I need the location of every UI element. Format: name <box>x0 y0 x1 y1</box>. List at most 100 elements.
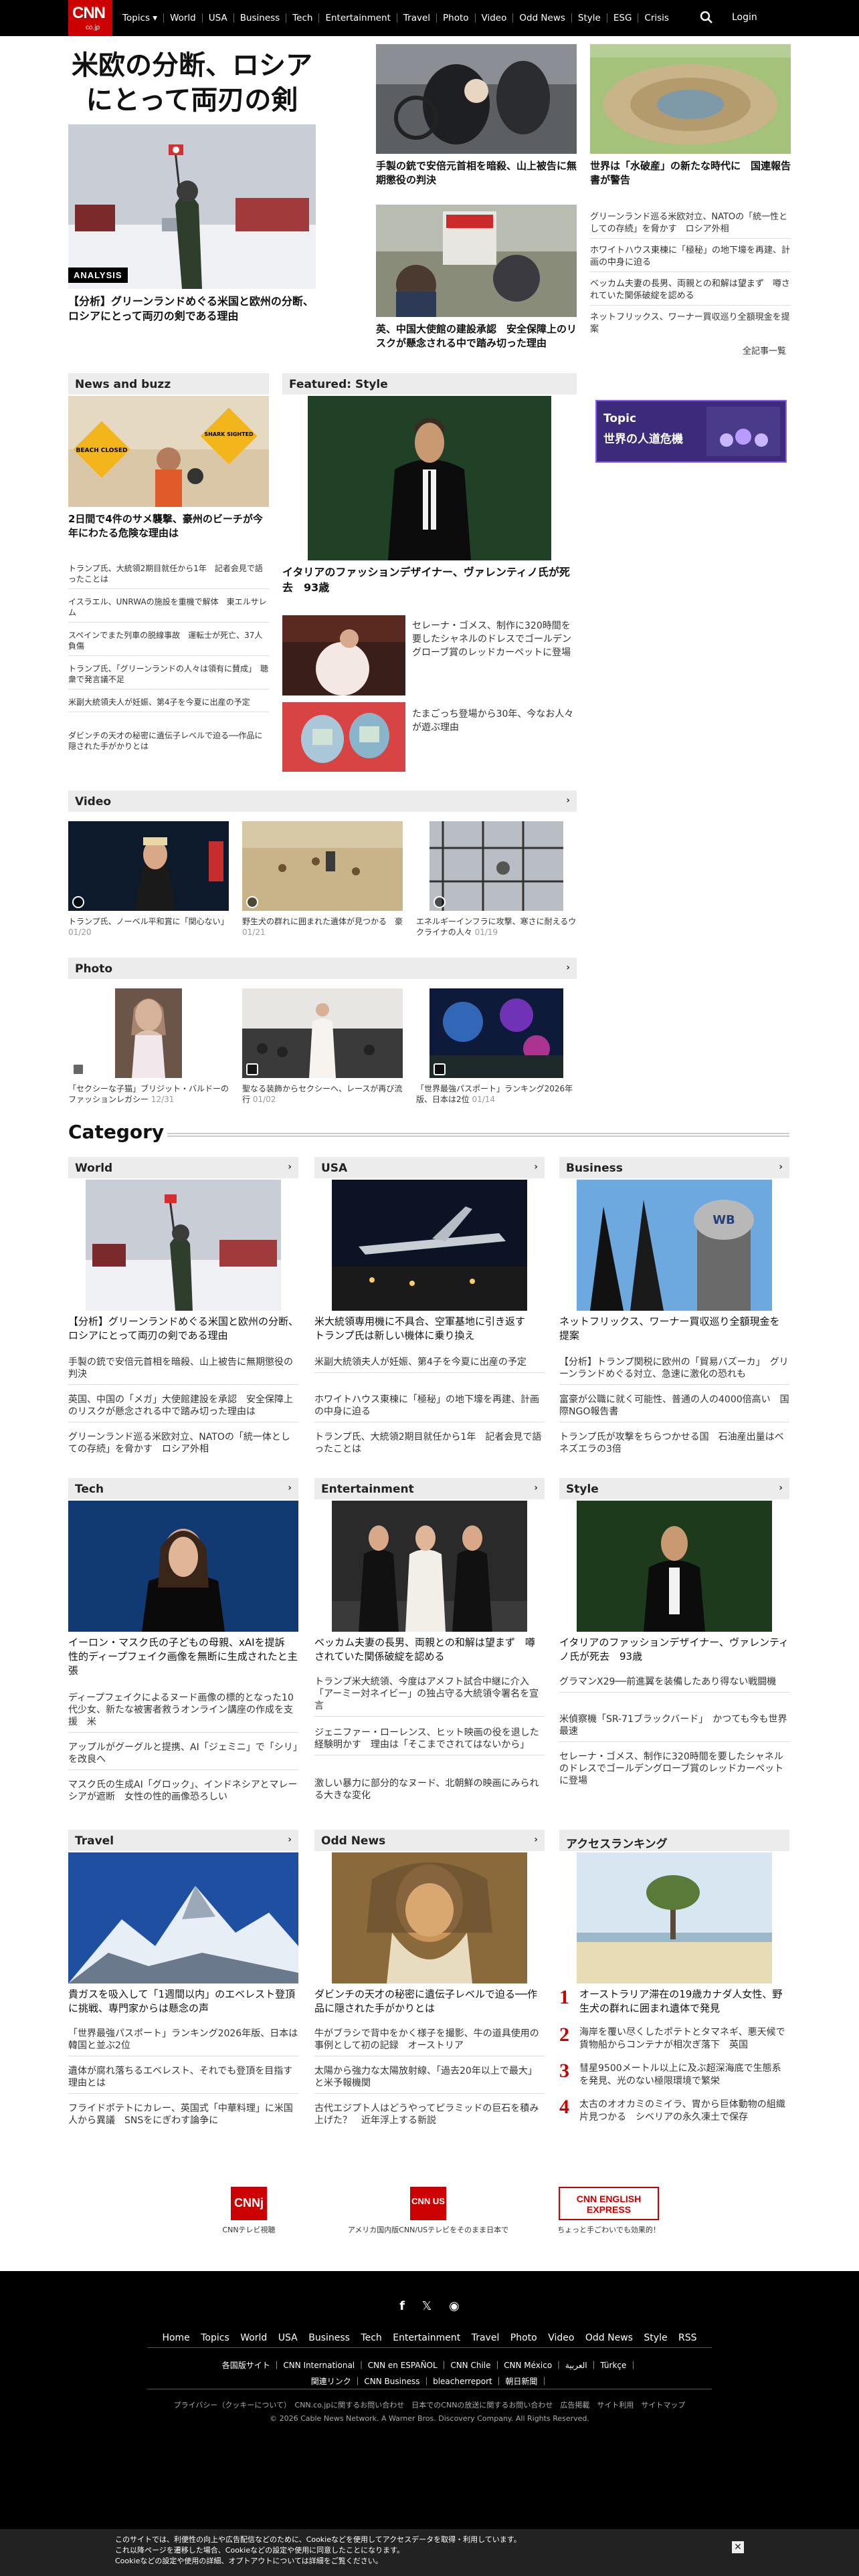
style-link-2[interactable]: 米偵察機「SR-71ブラックバード」 かつても今も世界最速 <box>559 1713 789 1742</box>
footer-nav-tech[interactable]: Tech <box>361 2333 381 2343</box>
featured-item-image-2[interactable] <box>282 702 405 772</box>
cookie-line3[interactable]: Cookieなどの設定や使用の詳細、オプトアウトについては詳細をご覧ください。 <box>115 2556 717 2567</box>
search-icon[interactable] <box>700 11 713 24</box>
odd-news-header[interactable]: Odd News › <box>314 1830 545 1851</box>
business-link-2[interactable]: 富豪が公職に就く可能性、普通の人の4000倍高い 国際NGO報告書 <box>559 1394 789 1422</box>
nav-esg[interactable]: ESG <box>606 13 638 23</box>
chevron-right-icon[interactable]: › <box>566 795 570 806</box>
chevron-right-icon[interactable]: › <box>534 1162 538 1172</box>
usa-link-3[interactable]: トランプ氏、大統領2期目就任から1年 記者会見で語ったことは <box>314 1431 545 1459</box>
news-buzz-link-4[interactable]: トランプ氏、「グリーンランドの人々は領有に賛成」 聴衆で発言議不足 <box>68 663 269 689</box>
chevron-right-icon[interactable]: › <box>534 1834 538 1845</box>
footer-nav-style[interactable]: Style <box>644 2333 667 2343</box>
video-thumb-2[interactable] <box>242 821 403 911</box>
nav-crisis[interactable]: Crisis <box>638 13 675 23</box>
style-image[interactable] <box>577 1501 772 1632</box>
video-play-icon[interactable] <box>246 896 258 908</box>
nav-odd-news[interactable]: Odd News <box>512 13 571 23</box>
footer-nav-photo[interactable]: Photo <box>510 2333 537 2343</box>
news-buzz-link-1[interactable]: トランプ氏、大統領2期目就任から1年 記者会見で語ったことは <box>68 563 269 589</box>
business-image[interactable]: WB <box>577 1180 772 1311</box>
world-image[interactable] <box>86 1180 281 1311</box>
right-link-2[interactable]: ホワイトハウス東棟に「極秘」の地下壕を再建、計画の中身に迫る <box>590 245 791 269</box>
chevron-right-icon[interactable]: › <box>534 1483 538 1493</box>
featured-image[interactable] <box>308 396 551 560</box>
news-buzz-link-3[interactable]: スペインでまた列車の脱線事故 運転士が死亡、37人負傷 <box>68 630 269 656</box>
x-twitter-icon[interactable]: 𝕏 <box>422 2299 432 2313</box>
travel-link-2[interactable]: 遺体が腐れ落ちるエベレスト、それでも登頂を目指す理由とは <box>68 2065 298 2094</box>
business-link-1[interactable]: 【分析】トランプ関税に欧州の「貿易バズーカ」 グリーンランドめぐる対立、急速に激… <box>559 1356 789 1385</box>
featured-item-image-1[interactable] <box>282 615 405 695</box>
story-image-china-embassy[interactable] <box>376 205 577 317</box>
travel-headline[interactable]: 貴ガスを吸入して「1週間以内」のエベレスト登頂に挑戦、専門家からは懸念の声 <box>68 1988 298 2016</box>
story-image-abe[interactable] <box>376 44 577 154</box>
cnn-logo[interactable]: CNN co.jp <box>68 0 112 36</box>
footer-nav-business[interactable]: Business <box>308 2333 350 2343</box>
odd-news-headline[interactable]: ダビンチの天才の秘密に遺伝子レベルで迫る──作品に隠された手がかりとは <box>314 1988 545 2016</box>
story-image-water[interactable] <box>590 44 791 154</box>
world-header[interactable]: World › <box>68 1157 298 1178</box>
video-header[interactable]: Video › <box>68 790 577 812</box>
business-header[interactable]: Business › <box>559 1157 789 1178</box>
footer-nav-entertainment[interactable]: Entertainment <box>393 2333 460 2343</box>
video-thumb-1[interactable] <box>68 821 229 911</box>
news-buzz-link-5[interactable]: 米副大統領夫人が妊娠、第4子を今夏に出産の予定 <box>68 697 269 712</box>
tech-link-3[interactable]: マスク氏の生成AI「グロック」、インドネシアとマレーシアが遮断 女性の性的画像恐… <box>68 1779 298 1807</box>
ranking-item-2[interactable]: 海岸を覆い尽くしたポテトとタマネギ、悪天候で貨物船からコンテナが相次ぎ落下 英国 <box>579 2026 789 2052</box>
all-headlines-link[interactable]: 全記事一覧 <box>743 344 786 356</box>
hero-image[interactable] <box>68 124 316 289</box>
chevron-right-icon[interactable]: › <box>566 962 570 973</box>
footer-nav-video[interactable]: Video <box>548 2333 574 2343</box>
nav-usa[interactable]: USA <box>201 13 233 23</box>
ranking-item-3[interactable]: 彗星9500メートル以上に及ぶ超深海底で生態系を発見、光のない極限環境で繁栄 <box>579 2062 789 2088</box>
footer-nav-travel[interactable]: Travel <box>472 2333 500 2343</box>
nav-entertainment[interactable]: Entertainment <box>318 13 396 23</box>
photo-caption-2[interactable]: 聖なる装飾からセクシーへ、レースが再び流行 01/02 <box>242 1083 403 1105</box>
footer-nav-topics[interactable]: Topics <box>201 2333 229 2343</box>
photo-caption-1[interactable]: 「セクシーな子猫」ブリジット・バルドーのファッションレガシー 12/31 <box>68 1083 229 1105</box>
photo-header[interactable]: Photo › <box>68 958 577 979</box>
odd-news-link-1[interactable]: 牛がブラシで背中をかく様子を撮影、牛の道具使用の事例として初の記録 オーストリア <box>314 2028 545 2056</box>
close-icon[interactable]: ✕ <box>732 2541 744 2553</box>
story-headline-abe[interactable]: 手製の銃で安倍元首相を暗殺、山上被告に無期懲役の判決 <box>376 159 577 187</box>
partner-english-express[interactable]: CNN ENGLISH EXPRESS ちょっと手ごわいでも効果的！ <box>555 2187 662 2235</box>
right-link-3[interactable]: ベッカム夫妻の長男、両親との和解は望まず 噂されていた関係破綻を認める <box>590 278 791 302</box>
chevron-right-icon[interactable]: › <box>288 1483 292 1493</box>
footer-related[interactable]: 関連リンク ｜ CNN Business ｜ bleacherreport ｜ … <box>0 2375 859 2387</box>
video-play-icon[interactable] <box>434 896 446 908</box>
login-link[interactable]: Login <box>732 12 757 23</box>
odd-news-link-3[interactable]: 古代エジプト人はどうやってピラミッドの巨石を積み上げた？ 近年浮上する新説 <box>314 2103 545 2131</box>
tech-image[interactable] <box>68 1501 298 1632</box>
entertainment-header[interactable]: Entertainment › <box>314 1478 545 1499</box>
video-play-icon[interactable] <box>72 896 84 908</box>
partner-cnnj[interactable]: CNNj CNNテレビ視聴 <box>215 2187 282 2235</box>
usa-header[interactable]: USA › <box>314 1157 545 1178</box>
world-link-2[interactable]: 英国、中国の「メガ」大使館建設を承認 安全保障上のリスクが懸念される中で踏み切っ… <box>68 1394 298 1422</box>
nav-topics[interactable]: Topics ▾ <box>116 13 163 23</box>
usa-headline[interactable]: 米大統領専用機に不具合、空軍基地に引き返す トランプ氏は新しい機体に乗り換え <box>314 1315 545 1343</box>
footer-nav-home[interactable]: Home <box>162 2333 189 2343</box>
tech-headline[interactable]: イーロン・マスク氏の子どもの母親、xAIを提訴 性的ディープフェイク画像を無断に… <box>68 1636 298 1678</box>
nav-photo[interactable]: Photo <box>436 13 475 23</box>
chevron-right-icon[interactable]: › <box>288 1162 292 1172</box>
video-thumb-3[interactable] <box>430 821 563 911</box>
ranking-item-4[interactable]: 太古のオオカミのミイラ、胃から巨体動物の組織片見つかる シベリアの永久凍土で保存 <box>579 2099 789 2124</box>
nav-video[interactable]: Video <box>474 13 513 23</box>
style-link-1[interactable]: グラマンX29──前進翼を装備したあり得ない戦闘機 <box>559 1676 789 1693</box>
usa-link-1[interactable]: 米副大統領夫人が妊娠、第4子を今夏に出産の予定 <box>314 1356 545 1373</box>
nav-world[interactable]: World <box>163 13 202 23</box>
nav-business[interactable]: Business <box>233 13 286 23</box>
entertainment-headline[interactable]: ベッカム夫妻の長男、両親との和解は望まず 噂されていた関係破綻を認める <box>314 1636 545 1664</box>
nav-tech[interactable]: Tech <box>286 13 318 23</box>
topic-banner[interactable]: Topic 世界の人道危機 <box>595 400 787 463</box>
odd-news-link-2[interactable]: 太陽から強力な太陽放射線、「過去20年以上で最大」と米予報機関 <box>314 2065 545 2094</box>
business-link-3[interactable]: トランプ氏が攻撃をちらつかせる国 石油産出量はベネズエラの3倍 <box>559 1431 789 1459</box>
rss-icon[interactable]: ◉ <box>449 2299 460 2313</box>
world-link-1[interactable]: 手製の銃で安倍元首相を暗殺、山上被告に無期懲役の判決 <box>68 1356 298 1385</box>
ranking-image[interactable] <box>577 1852 772 1983</box>
photo-thumb-3[interactable] <box>430 988 563 1078</box>
entertainment-link-2[interactable]: ジェニファー・ローレンス、ヒット映画の役を退した経験明かす 理由は「そこまでされ… <box>314 1727 545 1755</box>
right-link-4[interactable]: ネットフリックス、ワーナー買収巡り全額現金を提案 <box>590 312 791 336</box>
entertainment-link-3[interactable]: 激しい暴力に部分的なヌード、北朝鮮の映画にみられる大きな変化 <box>314 1778 545 1806</box>
footer-sites[interactable]: 各国版サイト ｜ CNN International ｜ CNN en ESPA… <box>0 2359 859 2371</box>
